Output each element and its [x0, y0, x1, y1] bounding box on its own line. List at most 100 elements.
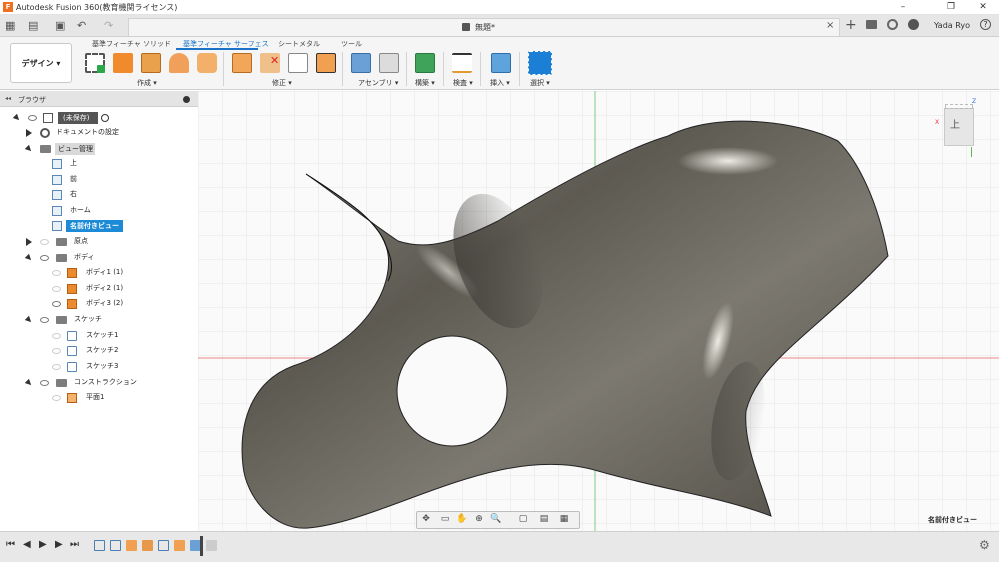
- help-icon[interactable]: ?: [980, 19, 991, 30]
- file-menu-icon[interactable]: ▤: [28, 19, 38, 33]
- canvas-viewport[interactable]: [198, 91, 999, 531]
- timeline-play-icon[interactable]: ▶: [39, 539, 47, 550]
- timeline-sketch-icon[interactable]: [158, 540, 169, 551]
- sweep-icon[interactable]: [197, 53, 217, 73]
- tree-named-views[interactable]: ビュー管理: [0, 143, 198, 155]
- tree-sketch-1[interactable]: スケッチ1: [0, 330, 198, 342]
- visibility-eye-icon[interactable]: [52, 286, 61, 292]
- inspect-group-label[interactable]: 検査 ▾: [453, 78, 473, 88]
- select-group-label[interactable]: 選択 ▾: [530, 78, 550, 88]
- tree-view-right[interactable]: 右: [0, 189, 198, 201]
- active-radio-icon[interactable]: [101, 114, 109, 122]
- visibility-eye-icon[interactable]: [52, 348, 61, 354]
- close-window-button[interactable]: ✕: [976, 1, 990, 13]
- grid-snaps-icon[interactable]: ▤: [538, 514, 550, 525]
- collapse-triangle-icon[interactable]: [24, 144, 34, 154]
- user-name[interactable]: Yada Ryo: [934, 21, 970, 30]
- tree-bodies[interactable]: ボディ: [0, 252, 198, 264]
- tree-sketches[interactable]: スケッチ: [0, 314, 198, 326]
- tree-origin[interactable]: 原点: [0, 236, 198, 248]
- timeline-last-icon[interactable]: ⏭: [70, 539, 79, 550]
- visibility-eye-icon[interactable]: [40, 255, 49, 261]
- data-panel-grid-icon[interactable]: ▦: [5, 19, 15, 33]
- measure-icon[interactable]: [452, 53, 472, 73]
- save-icon[interactable]: ▣: [55, 19, 65, 33]
- collapse-triangle-icon[interactable]: [24, 378, 34, 388]
- orbit-icon[interactable]: ✥: [420, 514, 432, 525]
- job-status-icon[interactable]: [887, 19, 898, 30]
- collapse-triangle-icon[interactable]: [12, 113, 22, 123]
- tree-sketch-2[interactable]: スケッチ2: [0, 345, 198, 357]
- expand-triangle-icon[interactable]: [26, 129, 32, 137]
- display-settings-icon[interactable]: ▢: [517, 514, 529, 525]
- timeline-first-icon[interactable]: ⏮: [6, 539, 15, 550]
- notifications-icon[interactable]: [866, 20, 877, 29]
- tab-tools[interactable]: ツール: [341, 39, 362, 49]
- visibility-eye-icon[interactable]: [52, 270, 61, 276]
- 3d-canvas[interactable]: [198, 91, 999, 531]
- tree-document-settings[interactable]: ドキュメントの設定: [0, 127, 198, 139]
- tree-sketch-3[interactable]: スケッチ3: [0, 361, 198, 373]
- pan-hand-icon[interactable]: ✋: [456, 514, 468, 525]
- new-tab-icon[interactable]: +: [845, 18, 857, 32]
- tree-plane-1[interactable]: 平面1: [0, 392, 198, 404]
- timeline-feature-icon[interactable]: [142, 540, 153, 551]
- tree-view-top[interactable]: 上: [0, 158, 198, 170]
- insert-group-label[interactable]: 挿入 ▾: [490, 78, 510, 88]
- timeline-sketch-icon[interactable]: [94, 540, 105, 551]
- create-group-label[interactable]: 作成 ▾: [137, 78, 157, 88]
- split-scissors-icon[interactable]: [288, 53, 308, 73]
- visibility-eye-icon[interactable]: [40, 380, 49, 386]
- tree-root[interactable]: (未保存): [0, 112, 198, 124]
- offset-plane-icon[interactable]: [415, 53, 435, 73]
- visibility-eye-icon[interactable]: [52, 364, 61, 370]
- extrude-icon[interactable]: [113, 53, 133, 73]
- expand-triangle-icon[interactable]: [26, 238, 32, 246]
- new-component-icon[interactable]: [351, 53, 371, 73]
- fit-icon[interactable]: 🔍: [490, 514, 502, 525]
- tree-body-2[interactable]: ボディ2 (1): [0, 283, 198, 295]
- joint-icon[interactable]: [379, 53, 399, 73]
- visibility-eye-icon[interactable]: [52, 333, 61, 339]
- workspace-switcher-button[interactable]: デザイン ▾: [10, 43, 72, 83]
- timeline-settings-gear-icon[interactable]: ⚙: [979, 538, 990, 552]
- redo-icon[interactable]: ↷: [104, 19, 113, 33]
- timeline-next-icon[interactable]: ▶: [55, 539, 63, 550]
- visibility-eye-icon[interactable]: [52, 395, 61, 401]
- timeline-sketch-icon[interactable]: [110, 540, 121, 551]
- tree-body-1[interactable]: ボディ1 (1): [0, 267, 198, 279]
- insert-image-icon[interactable]: [491, 53, 511, 73]
- offset-face-icon[interactable]: [316, 53, 336, 73]
- construct-group-label[interactable]: 構築 ▾: [415, 78, 435, 88]
- tab-solid[interactable]: 基準フィーチャ ソリッド: [92, 39, 171, 49]
- browser-collapse-icon[interactable]: ◂◂: [5, 95, 11, 102]
- tree-view-named[interactable]: 名前付きビュー: [0, 220, 198, 232]
- timeline-suppressed-icon[interactable]: [206, 540, 217, 551]
- visibility-eye-icon[interactable]: [40, 317, 49, 323]
- stitch-icon[interactable]: [232, 53, 252, 73]
- select-icon[interactable]: [528, 51, 552, 75]
- tree-construction[interactable]: コンストラクション: [0, 377, 198, 389]
- modify-group-label[interactable]: 修正 ▾: [272, 78, 292, 88]
- collapse-triangle-icon[interactable]: [24, 253, 34, 263]
- zoom-icon[interactable]: ⊕: [473, 514, 485, 525]
- collapse-triangle-icon[interactable]: [24, 315, 34, 325]
- browser-pin-icon[interactable]: [183, 96, 190, 103]
- tree-view-front[interactable]: 前: [0, 174, 198, 186]
- timeline-prev-icon[interactable]: ◀: [23, 539, 31, 550]
- revolve-icon[interactable]: [169, 53, 189, 73]
- profile-avatar-icon[interactable]: [908, 19, 919, 30]
- viewports-icon[interactable]: ▦: [558, 514, 570, 525]
- minimize-button[interactable]: –: [896, 1, 910, 13]
- close-tab-icon[interactable]: ×: [826, 19, 834, 33]
- assemble-group-label[interactable]: アセンブリ ▾: [358, 78, 398, 88]
- look-at-icon[interactable]: ▭: [439, 514, 451, 525]
- tab-sheet-metal[interactable]: シートメタル: [278, 39, 320, 49]
- timeline-feature-icon[interactable]: [174, 540, 185, 551]
- undo-icon[interactable]: ↶: [77, 19, 86, 33]
- patch-icon[interactable]: [141, 53, 161, 73]
- visibility-eye-icon[interactable]: [40, 239, 49, 245]
- timeline-feature-icon[interactable]: [126, 540, 137, 551]
- visibility-eye-icon[interactable]: [28, 115, 37, 121]
- timeline-marker[interactable]: [200, 536, 203, 556]
